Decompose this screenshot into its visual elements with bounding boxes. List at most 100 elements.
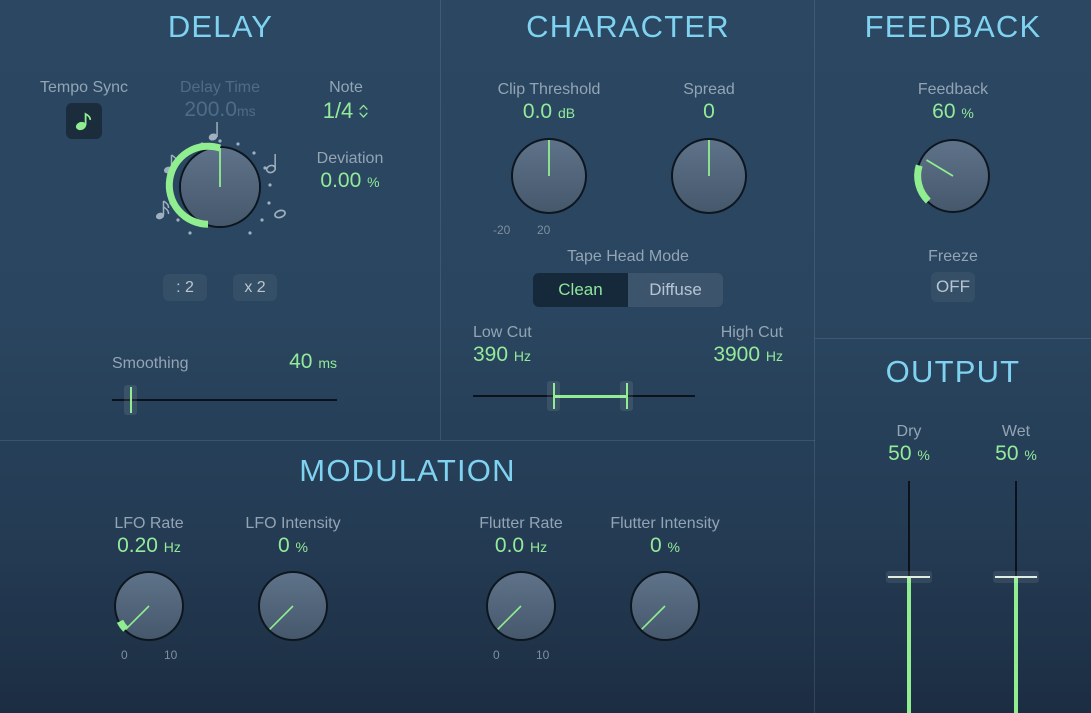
lfo-rate-label: LFO Rate <box>88 515 210 533</box>
spread-label: Spread <box>639 81 779 99</box>
double-delay-button[interactable]: x 2 <box>233 274 277 301</box>
wet-value: 50 % <box>966 441 1066 467</box>
halve-delay-button[interactable]: : 2 <box>163 274 207 301</box>
clip-threshold-control[interactable]: Clip Threshold 0.0 dB -20 20 <box>479 81 619 237</box>
flutter-rate-min-tick: 0 <box>493 648 500 662</box>
dry-fader[interactable] <box>859 481 959 713</box>
lfo-intensity-knob[interactable] <box>254 567 332 645</box>
clip-threshold-max-tick: 20 <box>537 223 550 237</box>
dry-fader-fill <box>907 577 911 713</box>
wet-label: Wet <box>966 423 1066 441</box>
clip-threshold-value: 0.0 dB <box>479 99 619 125</box>
deviation-unit: % <box>367 174 379 190</box>
output-section: OUTPUT Dry 50 % Wet 50 % <box>815 338 1091 713</box>
smoothing-unit: ms <box>318 355 337 371</box>
low-cut-handle[interactable] <box>547 381 560 411</box>
smoothing-value: 40 ms <box>289 349 337 375</box>
dry-label: Dry <box>859 423 959 441</box>
smoothing-label: Smoothing <box>112 355 189 373</box>
deviation-label: Deviation <box>290 150 410 168</box>
tape-head-mode-segmented: Clean Diffuse <box>533 273 723 307</box>
high-cut-handle[interactable] <box>620 381 633 411</box>
delay-section: DELAY Tempo Sync Delay Time 200.0ms Note… <box>0 0 441 440</box>
flutter-rate-control[interactable]: Flutter Rate 0.0 Hz 0 10 <box>460 515 582 663</box>
quarter-note-marker <box>208 122 219 142</box>
freeze-button[interactable]: OFF <box>931 272 975 302</box>
dry-fader-handle[interactable] <box>886 571 932 583</box>
cut-range-fill <box>553 395 626 398</box>
flutter-rate-label: Flutter Rate <box>460 515 582 533</box>
deviation-control[interactable]: Deviation 0.00 % <box>290 150 410 194</box>
dry-control: Dry 50 % <box>859 423 959 713</box>
modulation-section: MODULATION LFO Rate 0.20 Hz 0 10 LFO Int… <box>0 440 815 713</box>
tape-head-mode-label: Tape Head Mode <box>533 248 723 266</box>
high-cut-unit: Hz <box>766 348 783 364</box>
cut-range-control: Low Cut 390 Hz High Cut 3900 Hz <box>473 324 783 414</box>
delay-multiplier-buttons: : 2 x 2 <box>163 274 277 301</box>
smoothing-slider-handle[interactable] <box>124 385 137 415</box>
lfo-rate-control[interactable]: LFO Rate 0.20 Hz 0 10 <box>88 515 210 663</box>
lfo-rate-knob[interactable] <box>110 567 188 645</box>
dry-unit: % <box>917 447 929 463</box>
delay-section-title: DELAY <box>0 9 441 45</box>
cut-range-slider[interactable] <box>473 378 783 414</box>
tempo-sync-button[interactable] <box>66 103 102 139</box>
lfo-rate-value: 0.20 Hz <box>88 533 210 559</box>
tempo-sync-label: Tempo Sync <box>40 79 128 97</box>
note-control[interactable]: Note 1/4 <box>303 79 389 125</box>
clip-threshold-unit: dB <box>558 105 575 121</box>
chevron-up-down-icon[interactable] <box>358 102 369 120</box>
character-section-title: CHARACTER <box>441 9 815 45</box>
eighth-note-icon <box>75 111 93 131</box>
output-section-title: OUTPUT <box>815 354 1091 390</box>
feedback-knob[interactable] <box>911 134 995 218</box>
smoothing-control: Smoothing 40 ms <box>112 349 337 417</box>
high-cut-value: 3900 Hz <box>713 342 783 368</box>
clip-threshold-label: Clip Threshold <box>479 81 619 99</box>
flutter-intensity-knob[interactable] <box>626 567 704 645</box>
clip-threshold-knob[interactable] <box>506 133 592 219</box>
flutter-rate-knob[interactable] <box>482 567 560 645</box>
wet-fader-fill <box>1014 577 1018 713</box>
wet-fader[interactable] <box>966 481 1066 713</box>
flutter-rate-value: 0.0 Hz <box>460 533 582 559</box>
freeze-control: Freeze OFF <box>903 248 1003 302</box>
smoothing-slider[interactable] <box>112 383 337 417</box>
flutter-intensity-unit: % <box>668 539 680 555</box>
feedback-amount-control[interactable]: Feedback 60 % <box>873 81 1033 218</box>
feedback-section-title: FEEDBACK <box>815 9 1091 45</box>
delay-time-control[interactable]: Delay Time 200.0ms <box>158 79 282 123</box>
wet-fader-handle[interactable] <box>993 571 1039 583</box>
tape-head-mode-option-clean[interactable]: Clean <box>533 273 628 307</box>
tape-head-mode-option-diffuse[interactable]: Diffuse <box>628 273 723 307</box>
character-section: CHARACTER Clip Threshold 0.0 dB -20 20 S… <box>441 0 815 440</box>
spread-control[interactable]: Spread 0 <box>639 81 779 219</box>
feedback-amount-unit: % <box>961 105 973 121</box>
low-cut-unit: Hz <box>514 348 531 364</box>
low-cut-value: 390 Hz <box>473 342 532 368</box>
delay-time-value: 200.0ms <box>158 97 282 123</box>
flutter-intensity-value: 0 % <box>604 533 726 559</box>
feedback-amount-value: 60 % <box>873 99 1033 125</box>
lfo-intensity-control[interactable]: LFO Intensity 0 % <box>232 515 354 645</box>
tape-head-mode-control: Tape Head Mode Clean Diffuse <box>533 248 723 307</box>
lfo-intensity-label: LFO Intensity <box>232 515 354 533</box>
feedback-section: FEEDBACK Feedback 60 % Freeze OFF <box>815 0 1091 338</box>
whole-note-marker <box>274 209 286 219</box>
flutter-rate-max-tick: 10 <box>536 648 549 662</box>
wet-unit: % <box>1024 447 1036 463</box>
modulation-section-title: MODULATION <box>0 453 815 489</box>
delay-time-unit: ms <box>237 103 256 119</box>
flutter-intensity-control[interactable]: Flutter Intensity 0 % <box>604 515 726 645</box>
lfo-rate-min-tick: 0 <box>121 648 128 662</box>
clip-threshold-min-tick: -20 <box>493 223 510 237</box>
lfo-rate-max-tick: 10 <box>164 648 177 662</box>
flutter-rate-unit: Hz <box>530 539 547 555</box>
tempo-sync-control: Tempo Sync <box>40 79 128 139</box>
delay-time-label: Delay Time <box>158 79 282 97</box>
note-division-knob[interactable] <box>140 122 300 268</box>
freeze-label: Freeze <box>903 248 1003 266</box>
spread-knob[interactable] <box>666 133 752 219</box>
note-division-knob-graphic[interactable] <box>140 122 300 268</box>
high-cut-label: High Cut <box>713 324 783 342</box>
